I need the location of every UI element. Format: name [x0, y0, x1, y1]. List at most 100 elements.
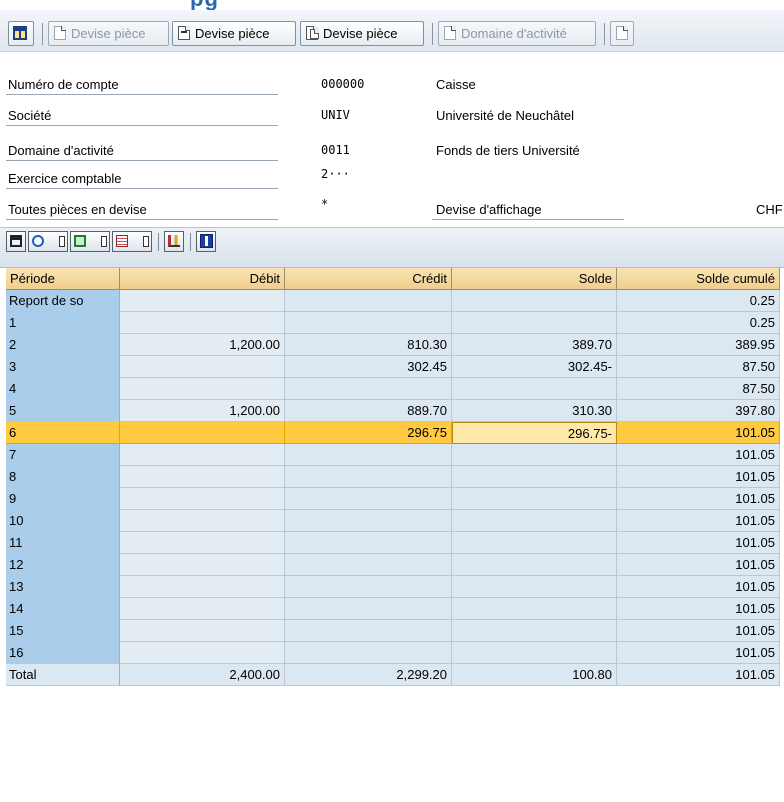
column-header-solde-cumule[interactable]: Solde cumulé: [617, 268, 780, 290]
cell-periode[interactable]: 9: [6, 488, 120, 510]
cell-periode[interactable]: 14: [6, 598, 120, 620]
cell-debit[interactable]: [120, 422, 285, 444]
cell-periode[interactable]: 4: [6, 378, 120, 400]
cell-solde-cumule[interactable]: 0.25: [617, 290, 780, 312]
cell-credit[interactable]: [285, 576, 452, 598]
cell-solde[interactable]: 296.75-: [452, 422, 617, 444]
cell-solde-cumule[interactable]: 101.05: [617, 466, 780, 488]
table-row[interactable]: 11 101.05: [0, 532, 784, 554]
table-row[interactable]: 10 101.05: [0, 510, 784, 532]
cell-debit[interactable]: [120, 510, 285, 532]
cell-debit[interactable]: [120, 576, 285, 598]
cell-debit[interactable]: [120, 598, 285, 620]
cell-solde[interactable]: 100.80: [452, 664, 617, 686]
cell-periode[interactable]: Report de so: [6, 290, 120, 312]
cell-solde[interactable]: [452, 444, 617, 466]
cell-solde[interactable]: [452, 598, 617, 620]
cell-credit[interactable]: [285, 642, 452, 664]
cell-credit[interactable]: 302.45: [285, 356, 452, 378]
cell-solde-cumule[interactable]: 101.05: [617, 488, 780, 510]
cell-solde[interactable]: [452, 576, 617, 598]
cell-solde-cumule[interactable]: 397.80: [617, 400, 780, 422]
cell-debit[interactable]: [120, 356, 285, 378]
table-row[interactable]: 9 101.05: [0, 488, 784, 510]
table-row[interactable]: 14 101.05: [0, 598, 784, 620]
table-row[interactable]: 12 101.05: [0, 554, 784, 576]
table-row[interactable]: 2 1,200.00 810.30 389.70 389.95: [0, 334, 784, 356]
table-row[interactable]: 16 101.05: [0, 642, 784, 664]
cell-debit[interactable]: [120, 554, 285, 576]
cell-solde-cumule[interactable]: 0.25: [617, 312, 780, 334]
cell-debit[interactable]: [120, 290, 285, 312]
cell-periode[interactable]: 10: [6, 510, 120, 532]
cell-solde-cumule[interactable]: 101.05: [617, 598, 780, 620]
table-row[interactable]: 1 0.25: [0, 312, 784, 334]
cell-solde-cumule[interactable]: 101.05: [617, 664, 780, 686]
cell-solde-cumule[interactable]: 389.95: [617, 334, 780, 356]
table-row[interactable]: 8 101.05: [0, 466, 784, 488]
cell-periode[interactable]: 6: [6, 422, 120, 444]
column-header-credit[interactable]: Crédit: [285, 268, 452, 290]
cell-solde[interactable]: [452, 554, 617, 576]
domaine-activite-button-disabled[interactable]: Domaine d'activité: [438, 21, 596, 46]
cell-solde-cumule[interactable]: 101.05: [617, 554, 780, 576]
cell-periode[interactable]: 5: [6, 400, 120, 422]
cell-solde-cumule[interactable]: 101.05: [617, 576, 780, 598]
cell-solde[interactable]: 389.70: [452, 334, 617, 356]
cell-periode[interactable]: 2: [6, 334, 120, 356]
cell-solde[interactable]: 310.30: [452, 400, 617, 422]
devise-piece-copy-button[interactable]: Devise pièce: [300, 21, 424, 46]
column-header-periode[interactable]: Période: [6, 268, 120, 290]
cell-solde[interactable]: [452, 378, 617, 400]
cell-credit[interactable]: 296.75: [285, 422, 452, 444]
more-button-disabled[interactable]: [610, 21, 634, 46]
cell-debit[interactable]: [120, 378, 285, 400]
cell-periode[interactable]: 13: [6, 576, 120, 598]
cell-credit[interactable]: [285, 488, 452, 510]
table-row[interactable]: 3 302.45 302.45- 87.50: [0, 356, 784, 378]
devise-piece-button[interactable]: Devise pièce: [172, 21, 296, 46]
cell-periode[interactable]: 1: [6, 312, 120, 334]
cell-debit[interactable]: 1,200.00: [120, 400, 285, 422]
cell-solde[interactable]: [452, 510, 617, 532]
table-row[interactable]: 6 296.75 296.75- 101.05: [0, 422, 784, 444]
cell-periode[interactable]: Total: [6, 664, 120, 686]
cell-periode[interactable]: 15: [6, 620, 120, 642]
table-row[interactable]: 7 101.05: [0, 444, 784, 466]
cell-debit[interactable]: [120, 488, 285, 510]
cell-periode[interactable]: 3: [6, 356, 120, 378]
cell-solde[interactable]: [452, 312, 617, 334]
cell-solde[interactable]: [452, 642, 617, 664]
print-button[interactable]: [6, 231, 26, 252]
details-button[interactable]: [28, 231, 68, 252]
table-row[interactable]: 13 101.05: [0, 576, 784, 598]
cell-credit[interactable]: [285, 466, 452, 488]
cell-solde-cumule[interactable]: 87.50: [617, 356, 780, 378]
cell-debit[interactable]: 1,200.00: [120, 334, 285, 356]
cell-solde-cumule[interactable]: 101.05: [617, 532, 780, 554]
cell-solde-cumule[interactable]: 101.05: [617, 642, 780, 664]
cell-solde[interactable]: [452, 532, 617, 554]
cell-solde[interactable]: [452, 488, 617, 510]
export-button[interactable]: [70, 231, 110, 252]
cell-solde[interactable]: 302.45-: [452, 356, 617, 378]
cell-solde[interactable]: [452, 466, 617, 488]
cell-debit[interactable]: [120, 444, 285, 466]
column-header-debit[interactable]: Débit: [120, 268, 285, 290]
cell-solde[interactable]: [452, 620, 617, 642]
cell-solde-cumule[interactable]: 101.05: [617, 422, 780, 444]
column-header-solde[interactable]: Solde: [452, 268, 617, 290]
cell-credit[interactable]: [285, 444, 452, 466]
cell-periode[interactable]: 16: [6, 642, 120, 664]
cell-debit[interactable]: [120, 312, 285, 334]
cell-debit[interactable]: 2,400.00: [120, 664, 285, 686]
cell-credit[interactable]: [285, 620, 452, 642]
cell-credit[interactable]: [285, 312, 452, 334]
cell-credit[interactable]: [285, 510, 452, 532]
table-row[interactable]: 15 101.05: [0, 620, 784, 642]
cell-solde-cumule[interactable]: 87.50: [617, 378, 780, 400]
cell-periode[interactable]: 8: [6, 466, 120, 488]
cell-solde[interactable]: [452, 290, 617, 312]
table-total-row[interactable]: Total 2,400.00 2,299.20 100.80 101.05: [0, 664, 784, 686]
cell-solde-cumule[interactable]: 101.05: [617, 510, 780, 532]
